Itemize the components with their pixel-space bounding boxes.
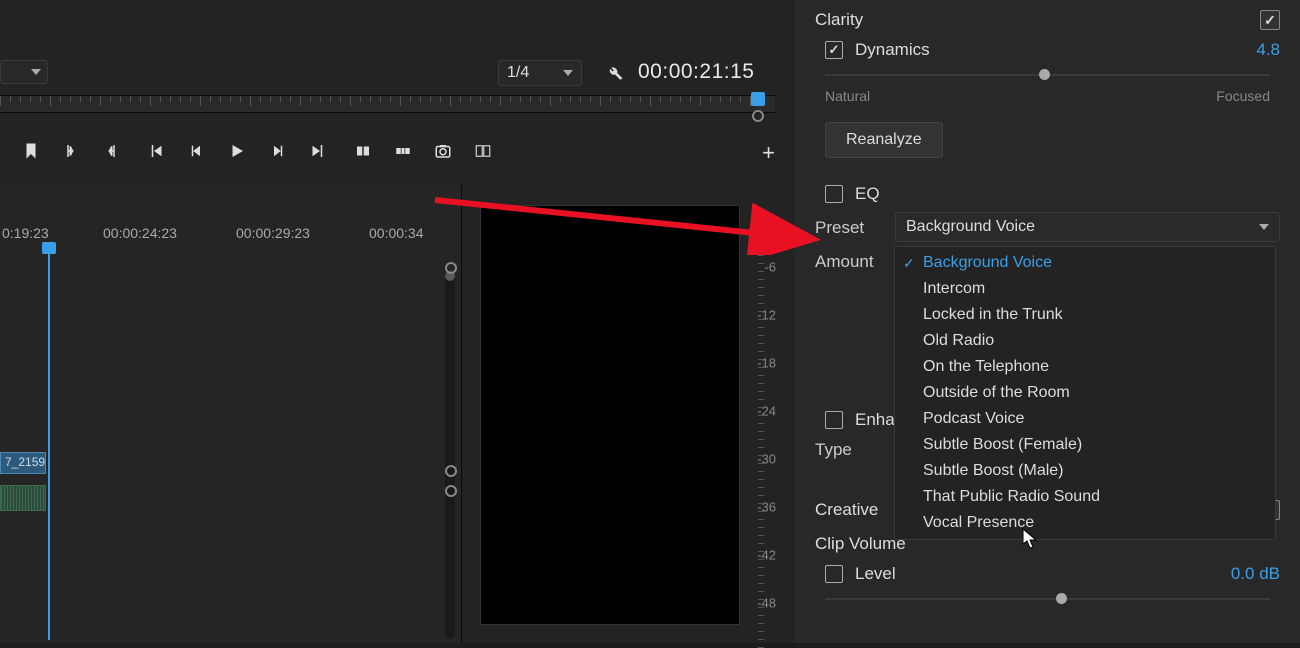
preset-option-7[interactable]: Subtle Boost (Female) xyxy=(895,432,1275,458)
dynamics-slider[interactable] xyxy=(825,68,1270,82)
clarity-checkbox[interactable] xyxy=(1260,10,1280,30)
scroll-handle-a[interactable] xyxy=(445,465,457,477)
overwrite-icon[interactable] xyxy=(392,140,414,162)
preset-label: Preset xyxy=(815,218,895,238)
dynamics-label: Dynamics xyxy=(855,40,1256,60)
time-ruler[interactable] xyxy=(0,95,775,113)
scroll-handle-top[interactable] xyxy=(445,262,457,274)
preset-option-9[interactable]: That Public Radio Sound xyxy=(895,484,1275,510)
reanalyze-button[interactable]: Reanalyze xyxy=(825,122,943,158)
in-point-icon[interactable] xyxy=(60,140,82,162)
clarity-title: Clarity xyxy=(815,10,863,30)
preset-value: Background Voice xyxy=(906,218,1035,236)
dynamics-checkbox[interactable] xyxy=(825,41,843,59)
zoom-value: 1/4 xyxy=(507,64,529,82)
level-label: Level xyxy=(855,564,1231,584)
level-checkbox[interactable] xyxy=(825,565,843,583)
type-label: Type xyxy=(815,440,895,460)
timeline-playhead[interactable] xyxy=(48,250,50,640)
dynamics-right-label: Focused xyxy=(1216,88,1270,104)
add-button[interactable]: + xyxy=(762,140,775,166)
tl-time-3: 00:00:34 xyxy=(369,225,424,241)
creative-title: Creative xyxy=(815,500,878,520)
program-monitor xyxy=(480,205,740,625)
timecode-display: 00:00:21:15 xyxy=(638,60,754,84)
marker-icon[interactable] xyxy=(20,140,42,162)
wrench-icon[interactable] xyxy=(606,64,624,87)
level-slider[interactable] xyxy=(825,592,1270,606)
level-value: 0.0 dB xyxy=(1231,564,1280,584)
preset-option-8[interactable]: Subtle Boost (Male) xyxy=(895,458,1275,484)
eq-label: EQ xyxy=(855,184,1280,204)
tl-time-1: 00:00:24:23 xyxy=(103,225,177,241)
zoom-dropdown[interactable]: 1/4 xyxy=(498,60,582,86)
audio-clip[interactable] xyxy=(0,485,46,511)
eq-checkbox[interactable] xyxy=(825,185,843,203)
preset-option-5[interactable]: Outside of the Room xyxy=(895,380,1275,406)
comparison-icon[interactable] xyxy=(472,140,494,162)
preset-option-0[interactable]: ✓Background Voice xyxy=(895,250,1275,276)
transport-controls xyxy=(20,136,775,166)
clip-volume-title: Clip Volume xyxy=(815,534,906,554)
play-icon[interactable] xyxy=(226,140,248,162)
preset-option-10[interactable]: Vocal Presence xyxy=(895,510,1275,536)
playhead-marker[interactable] xyxy=(751,92,765,122)
goto-in-icon[interactable] xyxy=(146,140,168,162)
insert-icon[interactable] xyxy=(352,140,374,162)
step-forward-icon[interactable] xyxy=(266,140,288,162)
preset-option-1[interactable]: Intercom xyxy=(895,276,1275,302)
tl-time-2: 00:00:29:23 xyxy=(236,225,310,241)
timeline: 0:19:23 00:00:24:23 00:00:29:23 00:00:34… xyxy=(0,185,462,643)
scroll-handle-b[interactable] xyxy=(445,485,457,497)
preset-option-4[interactable]: On the Telephone xyxy=(895,354,1275,380)
timeline-ruler[interactable]: 0:19:23 00:00:24:23 00:00:29:23 00:00:34 xyxy=(0,225,449,255)
preset-option-3[interactable]: Old Radio xyxy=(895,328,1275,354)
preview-timeline-pane: 1/4 00:00:21:15 + 0:19:23 00:00:24:23 00… xyxy=(0,0,795,643)
dynamics-value: 4.8 xyxy=(1256,40,1280,60)
preset-dropdown[interactable]: Background Voice xyxy=(895,212,1280,242)
audio-meter: -6 -12 -18 -24 -30 -36 -42 -48 xyxy=(740,205,776,635)
toolbar: 1/4 00:00:21:15 xyxy=(0,60,770,90)
tl-time-0: 0:19:23 xyxy=(2,225,49,241)
step-back-icon[interactable] xyxy=(186,140,208,162)
export-frame-icon[interactable] xyxy=(432,140,454,162)
left-dropdown[interactable] xyxy=(0,60,48,84)
timeline-scrollbar[interactable] xyxy=(445,271,455,639)
goto-out-icon[interactable] xyxy=(306,140,328,162)
out-point-icon[interactable] xyxy=(100,140,122,162)
preset-option-2[interactable]: Locked in the Trunk xyxy=(895,302,1275,328)
video-clip[interactable]: 7_2159 xyxy=(0,452,46,474)
amount-label: Amount xyxy=(815,252,895,272)
enhance-checkbox[interactable] xyxy=(825,411,843,429)
preset-dropdown-menu: ✓Background Voice Intercom Locked in the… xyxy=(894,246,1276,540)
dynamics-left-label: Natural xyxy=(825,88,870,104)
preset-option-6[interactable]: Podcast Voice xyxy=(895,406,1275,432)
